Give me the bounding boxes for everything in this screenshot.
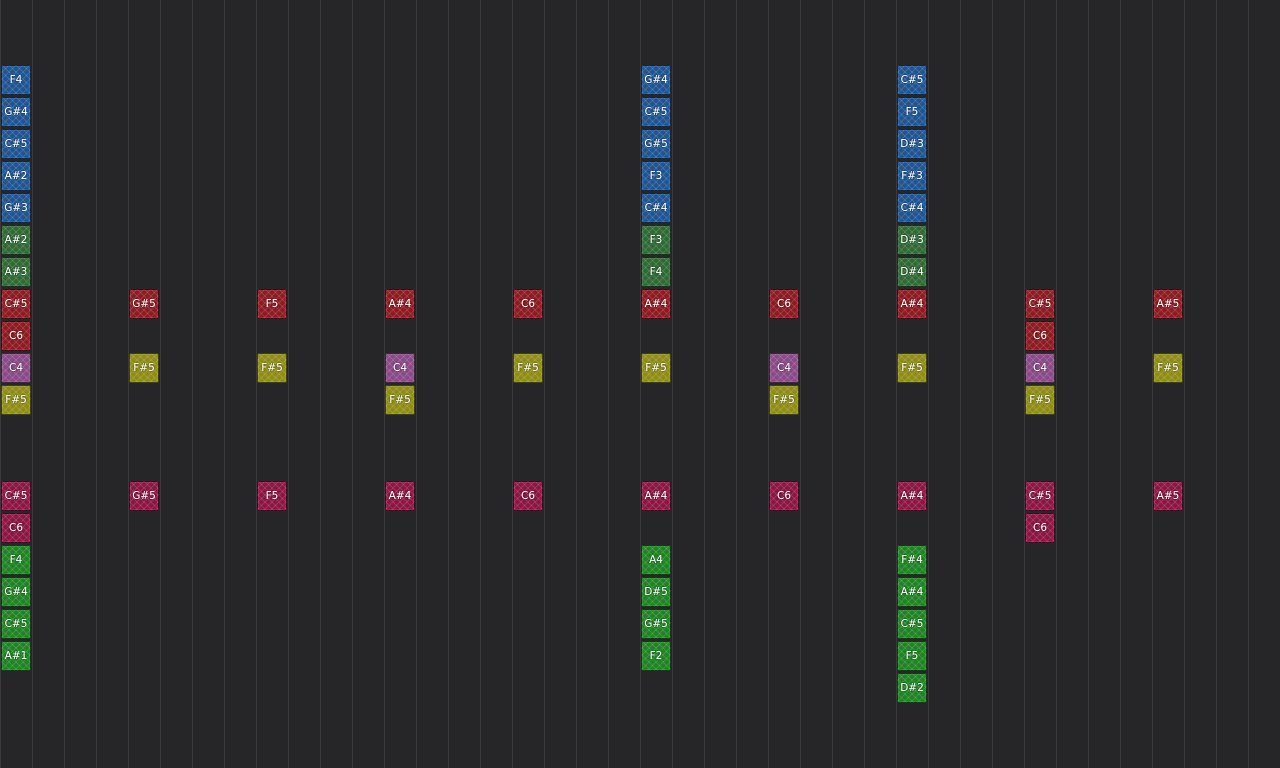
note-block[interactable]: C#5 [1, 609, 31, 639]
note-block[interactable]: C6 [513, 289, 543, 319]
note-block[interactable]: A#4 [897, 577, 927, 607]
note-block[interactable]: A#5 [1153, 481, 1183, 511]
note-block[interactable]: G#4 [1, 577, 31, 607]
note-block[interactable]: F4 [1, 545, 31, 575]
note-block[interactable]: A#4 [641, 481, 671, 511]
note-block[interactable]: C#5 [897, 609, 927, 639]
note-block[interactable]: A#4 [385, 289, 415, 319]
note-block[interactable]: C6 [1, 513, 31, 543]
note-block[interactable]: D#3 [897, 129, 927, 159]
note-block[interactable]: C#5 [1025, 481, 1055, 511]
note-block[interactable]: C#5 [897, 65, 927, 95]
note-block[interactable]: A#2 [1, 161, 31, 191]
note-block[interactable]: A#4 [897, 289, 927, 319]
note-block[interactable]: A#2 [1, 225, 31, 255]
note-block[interactable]: F#5 [129, 353, 159, 383]
note-block[interactable]: D#4 [897, 257, 927, 287]
note-block[interactable]: C4 [385, 353, 415, 383]
note-block[interactable]: C6 [1, 321, 31, 351]
note-block[interactable]: C#5 [1025, 289, 1055, 319]
note-block[interactable]: G#5 [129, 481, 159, 511]
note-block[interactable]: C4 [1025, 353, 1055, 383]
note-block[interactable]: C#5 [641, 97, 671, 127]
note-block[interactable]: C4 [1, 353, 31, 383]
note-block[interactable]: D#3 [897, 225, 927, 255]
note-block[interactable]: F#4 [897, 545, 927, 575]
note-block[interactable]: A#5 [1153, 289, 1183, 319]
sequencer-grid[interactable]: F4 G#4 C#5 A#2 G#3 A#2 A#3 C#5 C6 C4 F#5 C#5 C6 F4 G#4… [0, 0, 1280, 768]
note-block[interactable]: A#3 [1, 257, 31, 287]
note-block[interactable]: F#5 [1, 385, 31, 415]
note-block[interactable]: F#5 [1153, 353, 1183, 383]
note-block[interactable]: D#5 [641, 577, 671, 607]
note-block[interactable]: F2 [641, 641, 671, 671]
note-block[interactable]: A#4 [385, 481, 415, 511]
note-block[interactable]: C#5 [1, 129, 31, 159]
note-block[interactable]: F#5 [897, 353, 927, 383]
note-block[interactable]: F#5 [769, 385, 799, 415]
note-block[interactable]: C4 [769, 353, 799, 383]
note-block[interactable]: G#5 [641, 129, 671, 159]
note-block[interactable]: A4 [641, 545, 671, 575]
note-block[interactable]: C6 [513, 481, 543, 511]
note-block[interactable]: A#4 [897, 481, 927, 511]
note-block[interactable]: F4 [1, 65, 31, 95]
note-block[interactable]: C6 [1025, 321, 1055, 351]
note-block[interactable]: C6 [769, 481, 799, 511]
note-block[interactable]: G#5 [641, 609, 671, 639]
note-block[interactable]: G#3 [1, 193, 31, 223]
note-block[interactable]: F5 [257, 481, 287, 511]
note-block[interactable]: C#5 [1, 481, 31, 511]
note-block[interactable]: A#1 [1, 641, 31, 671]
note-block[interactable]: F4 [641, 257, 671, 287]
note-block[interactable]: F5 [257, 289, 287, 319]
note-block[interactable]: F#5 [513, 353, 543, 383]
note-block[interactable]: F#5 [1025, 385, 1055, 415]
note-block[interactable]: C#4 [897, 193, 927, 223]
note-block[interactable]: C#5 [1, 289, 31, 319]
note-block[interactable]: F#3 [897, 161, 927, 191]
note-block[interactable]: F3 [641, 225, 671, 255]
note-block[interactable]: F#5 [641, 353, 671, 383]
note-block[interactable]: F3 [641, 161, 671, 191]
note-block[interactable]: G#4 [1, 97, 31, 127]
note-block[interactable]: F5 [897, 641, 927, 671]
note-block[interactable]: F#5 [257, 353, 287, 383]
note-block[interactable]: D#2 [897, 673, 927, 703]
note-block[interactable]: G#5 [129, 289, 159, 319]
note-block[interactable]: F5 [897, 97, 927, 127]
note-block[interactable]: G#4 [641, 65, 671, 95]
note-block[interactable]: C6 [1025, 513, 1055, 543]
note-block[interactable]: C6 [769, 289, 799, 319]
note-block[interactable]: A#4 [641, 289, 671, 319]
note-block[interactable]: F#5 [385, 385, 415, 415]
note-block[interactable]: C#4 [641, 193, 671, 223]
